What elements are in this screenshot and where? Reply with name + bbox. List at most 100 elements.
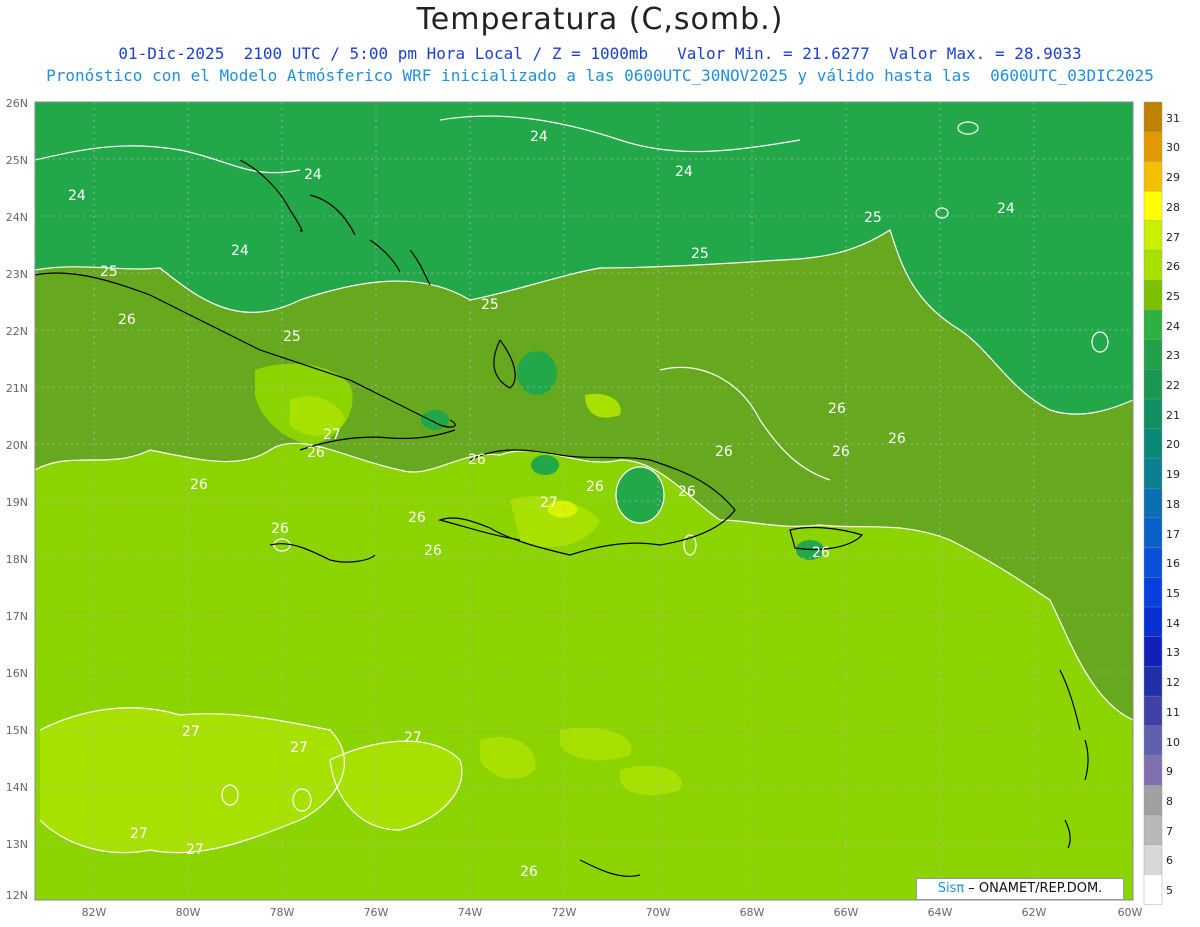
colorbar-swatch bbox=[1143, 220, 1163, 252]
contour-label: 26 bbox=[832, 444, 850, 460]
colorbar-swatch bbox=[1143, 131, 1163, 163]
contour-label: 27 bbox=[323, 427, 341, 443]
contour-label: 25 bbox=[481, 297, 499, 313]
temperature-map: 24 24 24 24 24 24 25 25 25 25 25 26 26 2… bbox=[34, 101, 1163, 905]
colorbar-label: 25 bbox=[1166, 289, 1180, 303]
lat-label: 24N bbox=[5, 211, 28, 224]
contour-label: 24 bbox=[68, 188, 86, 204]
contour-label: 26 bbox=[586, 479, 604, 495]
lat-label: 16N bbox=[5, 667, 28, 680]
colorbar-swatch bbox=[1143, 487, 1163, 519]
contour-label: 27 bbox=[182, 724, 200, 740]
contour-label: 27 bbox=[186, 842, 204, 858]
colorbar-swatch bbox=[1143, 369, 1163, 400]
lon-label: 60W bbox=[1117, 906, 1143, 919]
credit-organization: – ONAMET/REP.DOM. bbox=[964, 881, 1103, 896]
colorbar-swatch bbox=[1143, 874, 1163, 905]
colorbar-swatch bbox=[1143, 190, 1163, 222]
colorbar-label: 12 bbox=[1166, 676, 1180, 690]
lat-label: 12N bbox=[5, 889, 28, 902]
colorbar-swatch bbox=[1143, 101, 1163, 133]
colorbar-swatch bbox=[1143, 725, 1163, 757]
colorbar-label: 28 bbox=[1166, 200, 1180, 214]
colorbar-swatch bbox=[1143, 428, 1163, 460]
contour-label: 26 bbox=[307, 445, 325, 461]
lat-label: 22N bbox=[5, 325, 28, 338]
lon-label: 82W bbox=[81, 906, 107, 919]
lat-label: 19N bbox=[5, 496, 28, 509]
lon-label: 62W bbox=[1021, 906, 1047, 919]
colorbar-label: 18 bbox=[1166, 497, 1180, 511]
lat-label: 21N bbox=[5, 382, 28, 395]
contour-label: 26 bbox=[828, 401, 846, 417]
lat-label: 14N bbox=[5, 781, 28, 794]
colorbar bbox=[1143, 101, 1163, 905]
credit-box: Sisπ – ONAMET/REP.DOM. bbox=[916, 878, 1124, 900]
colorbar-label: 9 bbox=[1166, 765, 1173, 779]
lat-label: 23N bbox=[5, 268, 28, 281]
colorbar-label: 17 bbox=[1166, 527, 1180, 541]
lon-label: 80W bbox=[175, 906, 201, 919]
colorbar-label: 27 bbox=[1166, 230, 1180, 244]
contour-label: 27 bbox=[290, 740, 308, 756]
colorbar-swatch bbox=[1143, 577, 1163, 608]
lat-label: 18N bbox=[5, 553, 28, 566]
colorbar-label: 22 bbox=[1166, 379, 1180, 392]
contour-label: 26 bbox=[190, 477, 208, 493]
lat-label: 15N bbox=[5, 724, 28, 737]
lon-label: 78W bbox=[269, 906, 295, 919]
contour-label: 26 bbox=[715, 444, 733, 460]
contour-label: 26 bbox=[888, 431, 906, 447]
contour-label: 26 bbox=[678, 484, 696, 500]
contour-label: 26 bbox=[424, 543, 442, 559]
colorbar-swatch bbox=[1143, 606, 1163, 638]
colorbar-label: 21 bbox=[1166, 408, 1180, 422]
colorbar-label: 16 bbox=[1166, 557, 1180, 571]
colorbar-label: 5 bbox=[1166, 884, 1173, 897]
colorbar-label: 6 bbox=[1166, 854, 1173, 868]
colorbar-swatch bbox=[1143, 517, 1163, 549]
colorbar-label: 19 bbox=[1166, 468, 1180, 482]
contour-label: 27 bbox=[404, 730, 422, 746]
temperature-field bbox=[35, 102, 1133, 900]
contour-label: 25 bbox=[864, 210, 882, 226]
colorbar-label: 7 bbox=[1166, 824, 1173, 838]
lon-label: 72W bbox=[551, 906, 577, 919]
lat-label: 17N bbox=[5, 610, 28, 623]
colorbar-label: 23 bbox=[1166, 349, 1180, 363]
lon-label: 64W bbox=[927, 906, 953, 919]
contour-label: 25 bbox=[691, 246, 709, 262]
credit-logo: Sisπ bbox=[937, 881, 965, 896]
contour-label: 26 bbox=[271, 521, 289, 537]
lat-label: 13N bbox=[5, 838, 28, 851]
contour-label: 26 bbox=[812, 545, 830, 561]
lat-label: 25N bbox=[5, 154, 28, 167]
colorbar-label: 11 bbox=[1166, 705, 1180, 719]
colorbar-label: 29 bbox=[1166, 171, 1180, 185]
contour-label: 26 bbox=[118, 312, 136, 328]
contour-label: 25 bbox=[283, 329, 301, 345]
colorbar-swatch bbox=[1143, 547, 1163, 578]
lon-label: 68W bbox=[739, 906, 765, 919]
colorbar-label: 15 bbox=[1166, 587, 1180, 600]
colorbar-swatch bbox=[1143, 309, 1163, 341]
colorbar-swatch bbox=[1143, 785, 1163, 816]
lon-label: 76W bbox=[363, 906, 389, 919]
colorbar-label: 10 bbox=[1166, 735, 1180, 749]
colorbar-label: 26 bbox=[1166, 260, 1180, 274]
contour-label: 24 bbox=[530, 129, 548, 145]
contour-label: 24 bbox=[231, 243, 249, 259]
colorbar-swatch bbox=[1143, 636, 1163, 668]
colorbar-label: 30 bbox=[1166, 141, 1180, 155]
colorbar-label: 14 bbox=[1166, 616, 1180, 630]
lon-label: 66W bbox=[833, 906, 859, 919]
colorbar-label: 20 bbox=[1166, 438, 1180, 452]
contour-label: 26 bbox=[408, 510, 426, 526]
contour-label: 27 bbox=[540, 495, 558, 511]
colorbar-swatch bbox=[1143, 814, 1163, 846]
colorbar-swatch bbox=[1143, 458, 1163, 489]
contour-label: 24 bbox=[304, 167, 322, 183]
colorbar-label: 31 bbox=[1166, 111, 1180, 125]
colorbar-swatch bbox=[1143, 398, 1163, 430]
colorbar-swatch bbox=[1143, 695, 1163, 727]
